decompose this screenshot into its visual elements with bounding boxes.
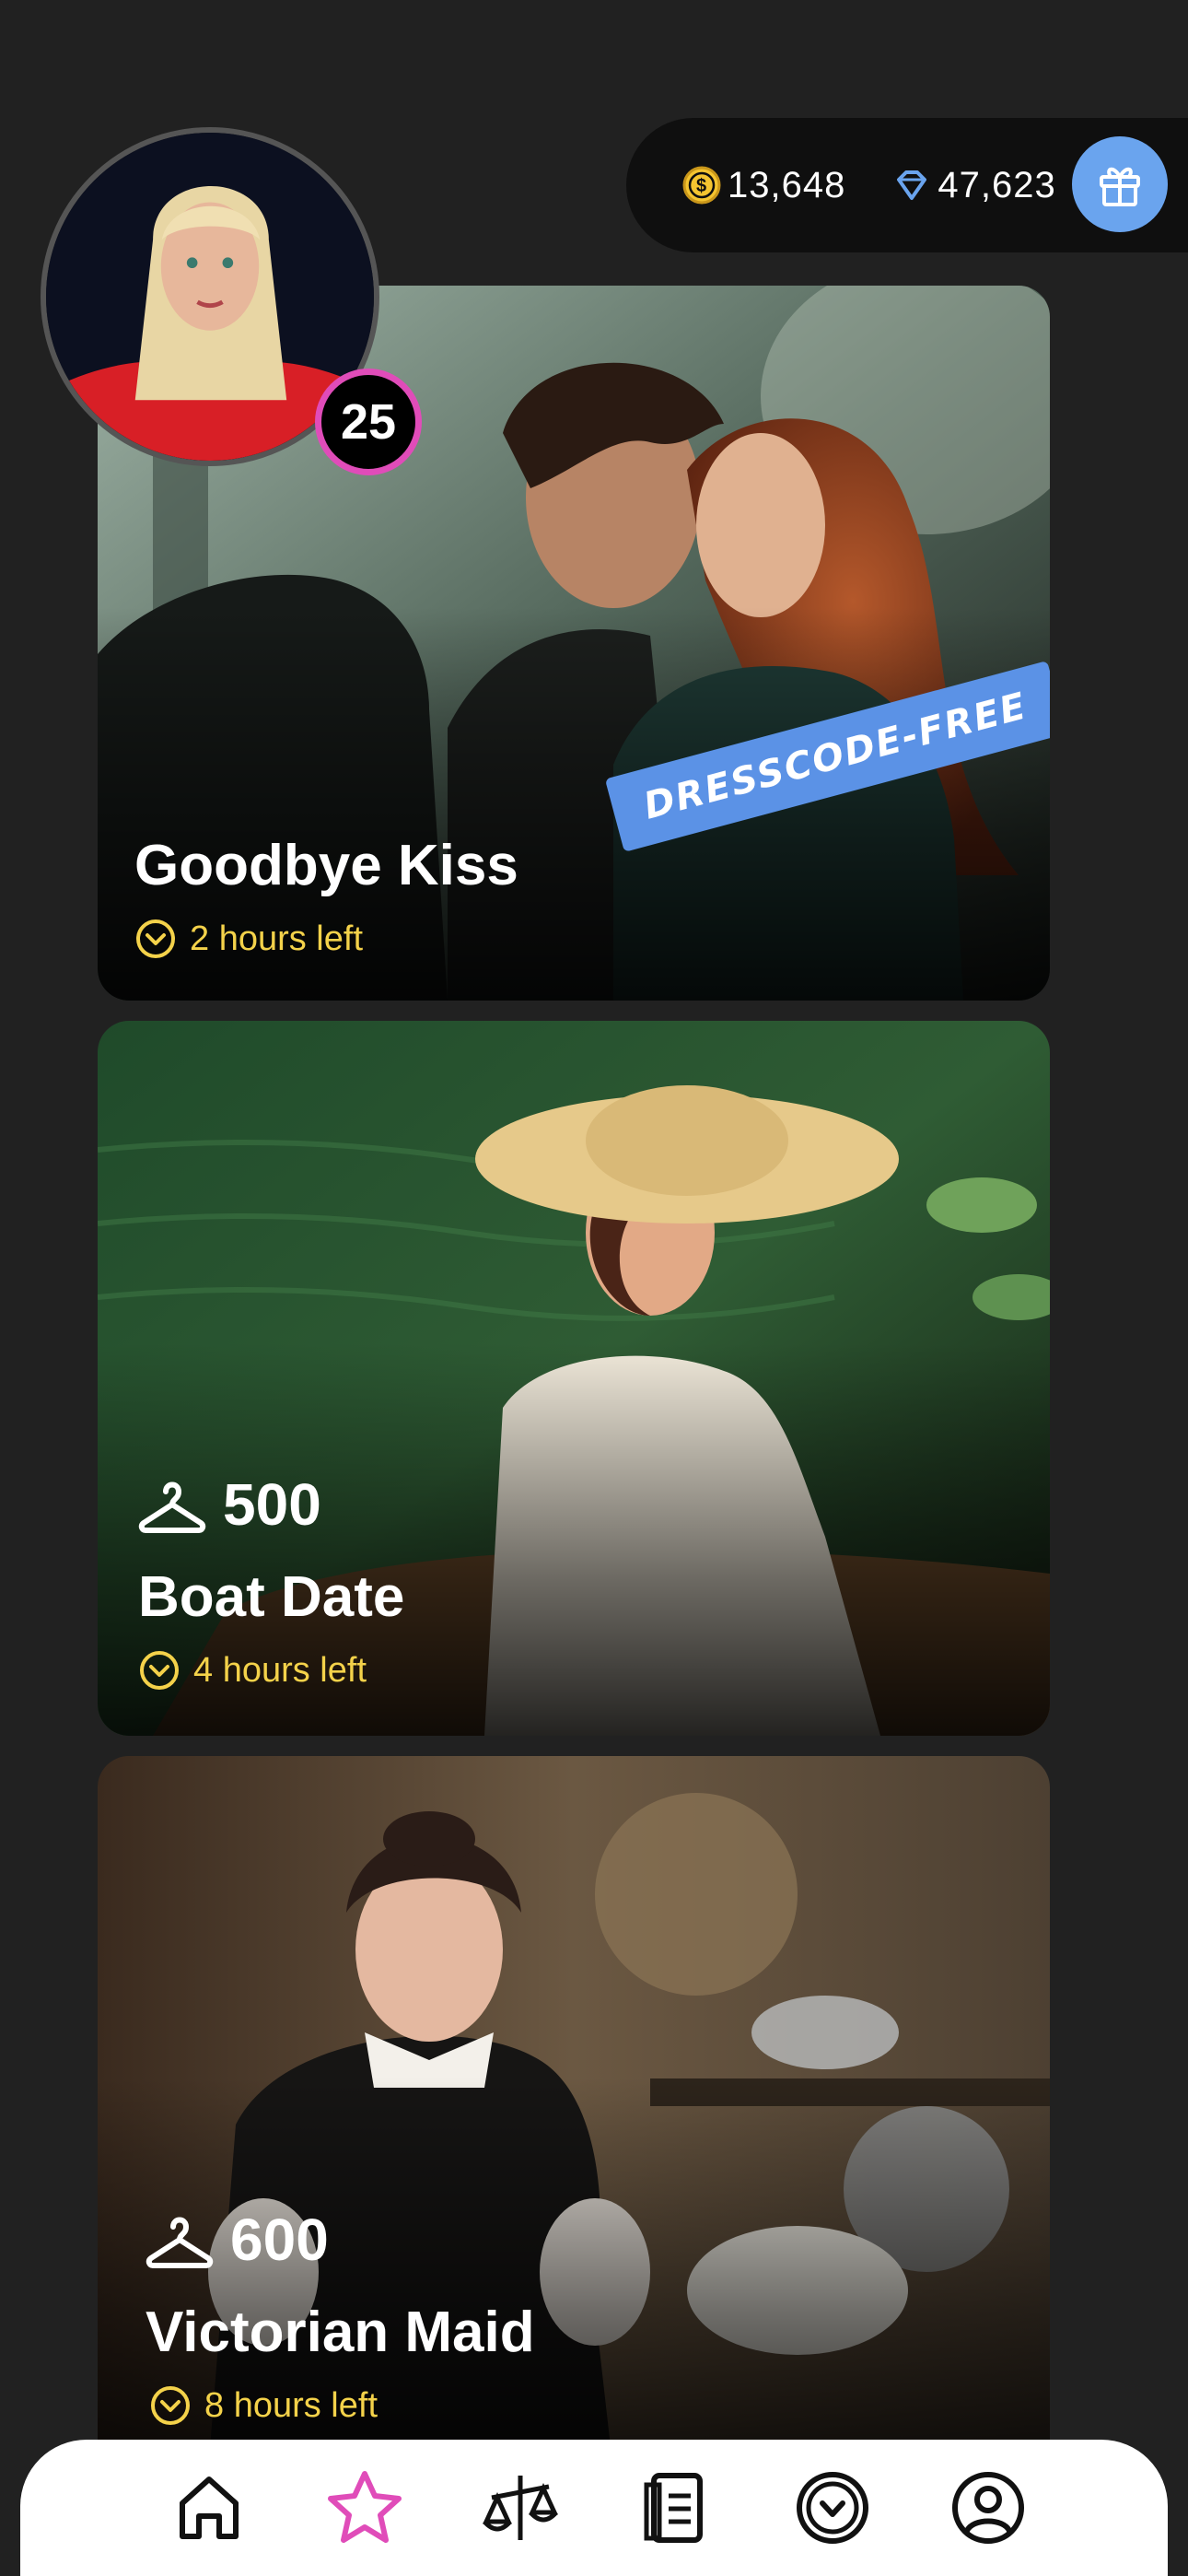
- gems-value: 47,623: [938, 164, 1056, 205]
- clock-icon: [136, 919, 175, 958]
- price-value: 600: [230, 2207, 329, 2273]
- nav-documents[interactable]: [631, 2462, 723, 2554]
- coins-value: 13,648: [728, 164, 846, 205]
- gift-icon: [1100, 167, 1140, 206]
- screen: $ 13,648 47,623 DRESSCODE-FREE Goodbye K…: [0, 0, 1188, 2576]
- gift-button[interactable]: [1072, 136, 1168, 232]
- profile-icon: [952, 2472, 1025, 2544]
- star-icon: [327, 2471, 402, 2543]
- coin-icon: $: [682, 166, 721, 205]
- time-left-text: 4 hours left: [193, 1650, 367, 1690]
- nav-profile[interactable]: [942, 2462, 1034, 2554]
- time-left-text: 2 hours left: [190, 919, 363, 958]
- diamond-icon: [897, 170, 927, 200]
- nav-timer[interactable]: [786, 2462, 879, 2554]
- scales-icon: [483, 2476, 559, 2540]
- hanger-icon: [138, 1481, 206, 1533]
- clock-icon: [796, 2472, 868, 2544]
- event-card-boat-date[interactable]: 500 Boat Date 4 hours left: [98, 1021, 1050, 1736]
- nav-events[interactable]: [319, 2462, 411, 2554]
- level-badge: 25: [315, 369, 422, 475]
- coins-counter[interactable]: $ 13,648: [681, 165, 845, 206]
- document-icon: [644, 2473, 703, 2543]
- event-price: 600: [146, 2206, 329, 2274]
- hanger-icon: [146, 2217, 214, 2268]
- player-avatar[interactable]: 25: [41, 127, 422, 477]
- nav-compare[interactable]: [474, 2462, 566, 2554]
- clock-icon: [151, 2386, 190, 2425]
- event-card-victorian-maid[interactable]: 600 Victorian Maid 8 hours left: [98, 1756, 1050, 2471]
- currency-bar: $ 13,648 47,623: [626, 118, 1188, 252]
- svg-text:$: $: [696, 176, 707, 196]
- event-price: 500: [138, 1470, 321, 1539]
- event-timer: 8 hours left: [149, 2384, 378, 2427]
- event-title: Victorian Maid: [146, 2301, 535, 2364]
- event-timer: 4 hours left: [138, 1649, 367, 1692]
- nav-home[interactable]: [163, 2462, 255, 2554]
- bottom-navigation: [20, 2440, 1168, 2576]
- time-left-text: 8 hours left: [204, 2385, 378, 2425]
- event-title: Goodbye Kiss: [134, 834, 518, 897]
- event-timer: 2 hours left: [134, 918, 363, 960]
- event-title: Boat Date: [138, 1565, 405, 1629]
- gems-counter[interactable]: 47,623: [891, 165, 1055, 206]
- home-icon: [179, 2476, 239, 2539]
- clock-icon: [140, 1651, 179, 1690]
- price-value: 500: [223, 1471, 321, 1538]
